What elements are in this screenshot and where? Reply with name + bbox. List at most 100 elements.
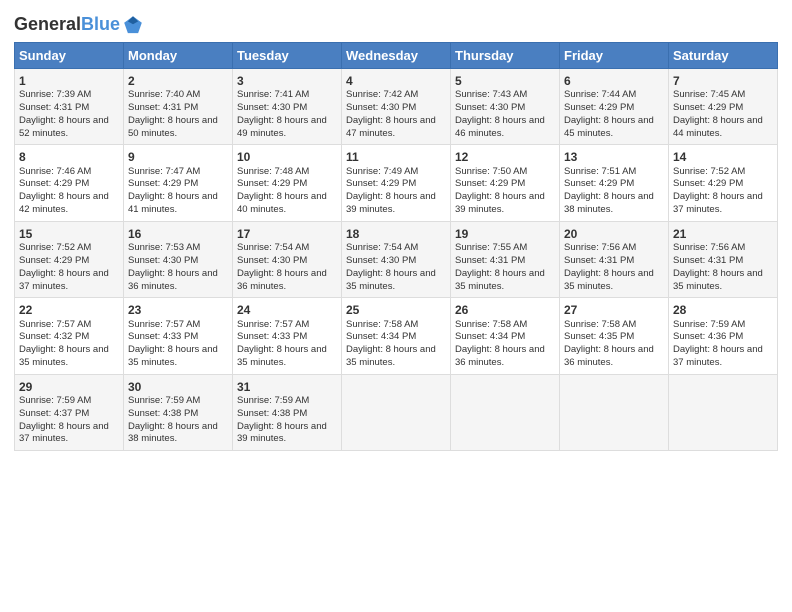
daylight: Daylight: 8 hours and 35 minutes. [128, 344, 218, 368]
daylight: Daylight: 8 hours and 46 minutes. [455, 115, 545, 139]
sunrise: Sunrise: 7:44 AM [564, 89, 636, 100]
sunrise: Sunrise: 7:47 AM [128, 166, 200, 177]
header-day: Saturday [669, 43, 778, 69]
calendar-cell: 21Sunrise: 7:56 AMSunset: 4:31 PMDayligh… [669, 221, 778, 297]
day-number: 18 [346, 226, 446, 242]
calendar-cell: 2Sunrise: 7:40 AMSunset: 4:31 PMDaylight… [124, 69, 233, 145]
day-number: 21 [673, 226, 773, 242]
day-number: 3 [237, 73, 337, 89]
header-day: Wednesday [342, 43, 451, 69]
sunrise: Sunrise: 7:58 AM [564, 319, 636, 330]
daylight: Daylight: 8 hours and 37 minutes. [673, 344, 763, 368]
daylight: Daylight: 8 hours and 52 minutes. [19, 115, 109, 139]
sunrise: Sunrise: 7:39 AM [19, 89, 91, 100]
sunrise: Sunrise: 7:57 AM [237, 319, 309, 330]
daylight: Daylight: 8 hours and 37 minutes. [19, 268, 109, 292]
day-number: 10 [237, 149, 337, 165]
calendar-cell: 5Sunrise: 7:43 AMSunset: 4:30 PMDaylight… [451, 69, 560, 145]
sunrise: Sunrise: 7:42 AM [346, 89, 418, 100]
week-row: 15Sunrise: 7:52 AMSunset: 4:29 PMDayligh… [15, 221, 778, 297]
day-number: 12 [455, 149, 555, 165]
day-number: 15 [19, 226, 119, 242]
calendar-cell: 10Sunrise: 7:48 AMSunset: 4:29 PMDayligh… [233, 145, 342, 221]
calendar-cell [451, 374, 560, 450]
daylight: Daylight: 8 hours and 35 minutes. [673, 268, 763, 292]
sunrise: Sunrise: 7:52 AM [19, 242, 91, 253]
daylight: Daylight: 8 hours and 35 minutes. [237, 344, 327, 368]
daylight: Daylight: 8 hours and 36 minutes. [455, 344, 545, 368]
sunset: Sunset: 4:31 PM [673, 255, 743, 266]
sunrise: Sunrise: 7:46 AM [19, 166, 91, 177]
sunrise: Sunrise: 7:53 AM [128, 242, 200, 253]
calendar-cell: 3Sunrise: 7:41 AM Sunset: 4:30 PM Daylight… [233, 69, 342, 145]
sunset: Sunset: 4:29 PM [455, 178, 525, 189]
calendar-cell: 11Sunrise: 7:49 AMSunset: 4:29 PMDayligh… [342, 145, 451, 221]
day-number: 20 [564, 226, 664, 242]
day-number: 6 [564, 73, 664, 89]
sunset: Sunset: 4:30 PM [346, 102, 416, 113]
calendar-cell: 26Sunrise: 7:58 AMSunset: 4:34 PMDayligh… [451, 298, 560, 374]
sunset: Sunset: 4:30 PM [237, 255, 307, 266]
sunset: Sunset: 4:31 PM [128, 102, 198, 113]
sunrise: Sunrise: 7:50 AM [455, 166, 527, 177]
header-row: SundayMondayTuesdayWednesdayThursdayFrid… [15, 43, 778, 69]
day-number: 7 [673, 73, 773, 89]
sunrise: Sunrise: 7:57 AM [128, 319, 200, 330]
sunset: Sunset: 4:38 PM [237, 408, 307, 419]
calendar-cell [669, 374, 778, 450]
sunrise: Sunrise: 7:40 AM [128, 89, 200, 100]
daylight: Daylight: 8 hours and 47 minutes. [346, 115, 436, 139]
sunset: Sunset: 4:36 PM [673, 331, 743, 342]
sunset: Sunset: 4:33 PM [128, 331, 198, 342]
header-day: Sunday [15, 43, 124, 69]
sunset: Sunset: 4:37 PM [19, 408, 89, 419]
daylight: Daylight: 8 hours and 37 minutes. [19, 421, 109, 445]
day-number: 27 [564, 302, 664, 318]
header-day: Friday [560, 43, 669, 69]
week-row: 22Sunrise: 7:57 AMSunset: 4:32 PMDayligh… [15, 298, 778, 374]
week-row: 8Sunrise: 7:46 AMSunset: 4:29 PMDaylight… [15, 145, 778, 221]
day-number: 19 [455, 226, 555, 242]
sunrise: Sunrise: 7:59 AM [673, 319, 745, 330]
day-number: 28 [673, 302, 773, 318]
sunrise: Sunrise: 7:54 AM [237, 242, 309, 253]
calendar-cell: 9Sunrise: 7:47 AMSunset: 4:29 PMDaylight… [124, 145, 233, 221]
sunrise: Sunrise: 7:45 AM [673, 89, 745, 100]
logo-icon [122, 14, 144, 36]
daylight: Daylight: 8 hours and 38 minutes. [128, 421, 218, 445]
daylight: Daylight: 8 hours and 44 minutes. [673, 115, 763, 139]
calendar-cell: 14Sunrise: 7:52 AMSunset: 4:29 PMDayligh… [669, 145, 778, 221]
calendar-cell: 18Sunrise: 7:54 AMSunset: 4:30 PMDayligh… [342, 221, 451, 297]
sunset: Sunset: 4:31 PM [455, 255, 525, 266]
sunrise: Sunrise: 7:58 AM [346, 319, 418, 330]
daylight: Daylight: 8 hours and 36 minutes. [128, 268, 218, 292]
day-number: 17 [237, 226, 337, 242]
sunrise: Sunrise: 7:49 AM [346, 166, 418, 177]
calendar-cell: 27Sunrise: 7:58 AMSunset: 4:35 PMDayligh… [560, 298, 669, 374]
calendar-cell: 24Sunrise: 7:57 AMSunset: 4:33 PMDayligh… [233, 298, 342, 374]
calendar-cell: 15Sunrise: 7:52 AMSunset: 4:29 PMDayligh… [15, 221, 124, 297]
calendar-cell [342, 374, 451, 450]
day-number: 2 [128, 73, 228, 89]
day-number: 24 [237, 302, 337, 318]
header-day: Monday [124, 43, 233, 69]
daylight: Daylight: 8 hours and 49 minutes. [237, 115, 327, 139]
sunset: Sunset: 4:30 PM [237, 102, 307, 113]
week-row: 29Sunrise: 7:59 AMSunset: 4:37 PMDayligh… [15, 374, 778, 450]
calendar-cell: 4Sunrise: 7:42 AM Sunset: 4:30 PM Daylight… [342, 69, 451, 145]
sunrise: Sunrise: 7:43 AM [455, 89, 527, 100]
calendar-cell: 22Sunrise: 7:57 AMSunset: 4:32 PMDayligh… [15, 298, 124, 374]
day-number: 16 [128, 226, 228, 242]
day-number: 29 [19, 379, 119, 395]
calendar-cell: 30Sunrise: 7:59 AMSunset: 4:38 PMDayligh… [124, 374, 233, 450]
sunset: Sunset: 4:32 PM [19, 331, 89, 342]
day-number: 1 [19, 73, 119, 89]
daylight: Daylight: 8 hours and 39 minutes. [455, 191, 545, 215]
daylight: Daylight: 8 hours and 36 minutes. [564, 344, 654, 368]
sunrise: Sunrise: 7:41 AM [237, 89, 309, 100]
daylight: Daylight: 8 hours and 38 minutes. [564, 191, 654, 215]
calendar-cell: 13Sunrise: 7:51 AMSunset: 4:29 PMDayligh… [560, 145, 669, 221]
day-number: 4 [346, 73, 446, 89]
sunset: Sunset: 4:29 PM [564, 102, 634, 113]
daylight: Daylight: 8 hours and 41 minutes. [128, 191, 218, 215]
